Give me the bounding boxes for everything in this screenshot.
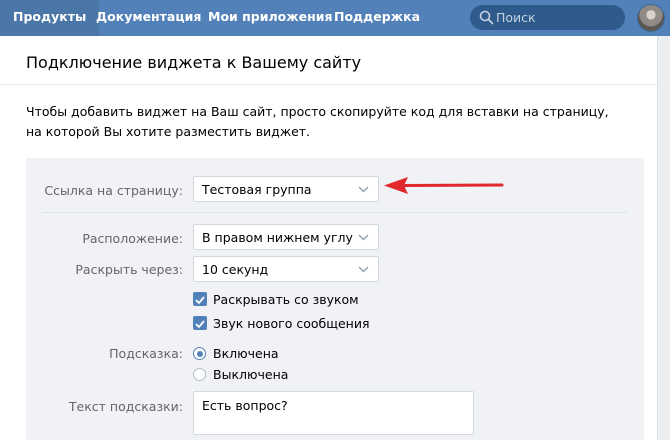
hint-enabled-label[interactable]: Включена	[213, 346, 279, 361]
hint-text-label: Текст подсказки:	[68, 399, 183, 414]
checkmark-icon	[195, 320, 205, 329]
page-link-select[interactable]: Тестовая группа	[193, 176, 379, 202]
page-title: Подключение виджета к Вашему сайту	[26, 53, 362, 72]
page-description: Чтобы добавить виджет на Ваш сайт, прост…	[26, 104, 609, 139]
expand-after-value: 10 секунд	[202, 262, 269, 277]
nav-item-products[interactable]: Продукты	[0, 0, 100, 36]
search-input[interactable]	[496, 5, 616, 30]
search-box[interactable]	[470, 5, 625, 30]
hint-label: Подсказка:	[109, 346, 183, 361]
position-label: Расположение:	[82, 231, 183, 246]
expand-after-select[interactable]: 10 секунд	[193, 256, 379, 282]
position-select[interactable]: В правом нижнем углу	[193, 224, 379, 250]
annotation-arrow-icon	[384, 177, 504, 194]
user-avatar[interactable]	[637, 4, 665, 32]
expand-after-label: Раскрыть через:	[75, 262, 183, 277]
chevron-down-icon	[358, 266, 369, 273]
search-icon	[479, 10, 494, 25]
page-link-label: Ссылка на страницу:	[44, 183, 183, 198]
title-divider	[0, 84, 657, 85]
expand-with-sound-label[interactable]: Раскрывать со звуком	[213, 292, 359, 307]
position-value: В правом нижнем углу	[202, 230, 353, 245]
chevron-down-icon	[358, 234, 369, 241]
nav-item-my-apps[interactable]: Мои приложения	[208, 0, 333, 36]
hint-enabled-radio[interactable]	[193, 347, 206, 360]
hint-disabled-label[interactable]: Выключена	[213, 367, 288, 382]
chevron-down-icon	[358, 186, 369, 193]
nav-item-support[interactable]: Поддержка	[334, 0, 420, 36]
new-message-sound-label[interactable]: Звук нового сообщения	[213, 316, 369, 331]
hint-text-field[interactable]: Есть вопрос?	[193, 391, 474, 435]
panel-divider	[42, 212, 628, 213]
hint-disabled-radio[interactable]	[193, 368, 206, 381]
new-message-sound-checkbox[interactable]	[193, 316, 207, 330]
nav-item-documentation[interactable]: Документация	[96, 0, 201, 36]
page-link-value: Тестовая группа	[202, 182, 312, 197]
top-navigation-bar: Продукты Документация Мои приложения Под…	[0, 0, 670, 36]
expand-with-sound-checkbox[interactable]	[193, 292, 207, 306]
checkmark-icon	[195, 296, 205, 305]
card-right-border	[657, 36, 658, 440]
